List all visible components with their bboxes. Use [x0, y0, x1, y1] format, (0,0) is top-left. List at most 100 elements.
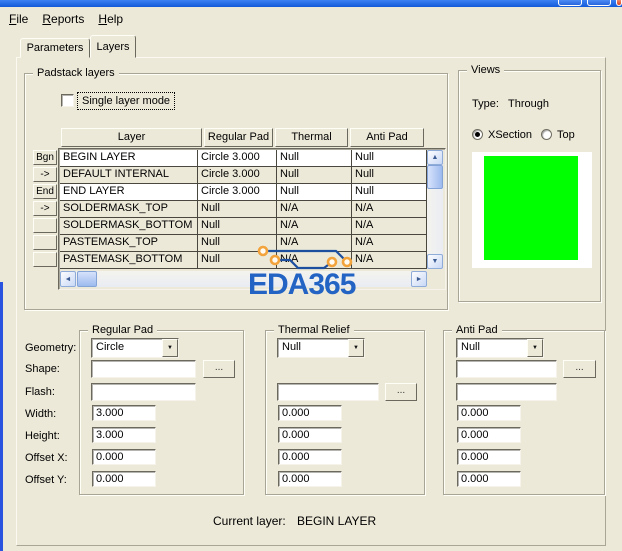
thermal-relief-geometry-value: Null [278, 339, 348, 357]
anti-pad-offset-x-input[interactable] [457, 449, 521, 465]
layer-table-row[interactable]: SOLDERMASK_BOTTOMNullN/AN/A [60, 218, 427, 235]
menu-help[interactable]: Help [98, 12, 123, 26]
height-label: Height: [25, 429, 60, 443]
column-header-layer[interactable]: Layer [61, 128, 202, 147]
layer-table-cell: Circle 3.000 [198, 184, 277, 201]
layer-table-cell: END LAYER [60, 184, 198, 201]
layer-table-cell: PASTEMASK_BOTTOM [60, 252, 198, 269]
current-layer-label: Current layer: [213, 514, 286, 528]
anti-pad-flash-input[interactable] [456, 383, 557, 401]
layer-table-cell: Circle 3.000 [198, 150, 277, 167]
pad-preview-canvas [472, 152, 592, 268]
layer-table-cell: N/A [352, 252, 427, 269]
layer-table-row[interactable]: DEFAULT INTERNALCircle 3.000NullNull [60, 167, 427, 184]
regular-pad-offset-y-input[interactable] [92, 471, 156, 487]
thermal-relief-width-input[interactable] [278, 405, 342, 421]
scroll-up-icon[interactable]: ▲ [427, 150, 443, 165]
row-select-button[interactable]: Bgn [33, 150, 57, 165]
anti-pad-height-input[interactable] [457, 427, 521, 443]
thermal-relief-geometry-dropdown[interactable]: Null ▼ [277, 338, 365, 358]
menu-bar: File Reports Help [0, 7, 622, 31]
regular-pad-geometry-dropdown[interactable]: Circle ▼ [91, 338, 179, 358]
close-button[interactable] [616, 0, 622, 6]
xsection-radio-label[interactable]: XSection [488, 128, 532, 142]
xsection-radio[interactable] [472, 129, 483, 140]
anti-pad-group-label: Anti Pad [452, 323, 502, 337]
vertical-scrollbar-thumb[interactable] [427, 165, 443, 189]
thermal-relief-offset-x-input[interactable] [278, 449, 342, 465]
layer-table-cell: Null [198, 201, 277, 218]
column-header-regular-pad[interactable]: Regular Pad [204, 128, 273, 147]
regular-pad-shape-input[interactable] [91, 360, 196, 378]
layer-table-row[interactable]: PASTEMASK_TOPNullN/AN/A [60, 235, 427, 252]
scroll-down-icon[interactable]: ▼ [427, 254, 443, 269]
window-titlebar[interactable] [0, 0, 622, 7]
pad-preview-shape [484, 156, 578, 260]
layer-table-row[interactable]: END LAYERCircle 3.000NullNull [60, 184, 427, 201]
padstack-layers-group-label: Padstack layers [33, 66, 119, 80]
thermal-relief-offset-y-input[interactable] [278, 471, 342, 487]
regular-pad-shape-browse-button[interactable]: ... [203, 360, 235, 378]
vertical-scrollbar[interactable]: ▲ ▼ [427, 150, 443, 269]
flash-label: Flash: [25, 385, 55, 399]
anti-pad-width-input[interactable] [457, 405, 521, 421]
layer-table: BEGIN LAYERCircle 3.000NullNullDEFAULT I… [60, 150, 427, 269]
horizontal-scrollbar[interactable]: ◄ ► [60, 271, 427, 287]
single-layer-mode-checkbox[interactable] [61, 94, 74, 107]
row-select-button[interactable]: -> [33, 167, 57, 182]
anti-pad-geometry-value: Null [457, 339, 527, 357]
via-icon [343, 258, 351, 266]
chevron-down-icon[interactable]: ▼ [348, 339, 364, 357]
row-select-button[interactable] [33, 235, 57, 250]
maximize-button[interactable] [587, 0, 611, 6]
regular-pad-height-input[interactable] [92, 427, 156, 443]
layer-table-cell: Circle 3.000 [198, 167, 277, 184]
current-layer-value: BEGIN LAYER [297, 514, 376, 528]
layer-table-cell: Null [352, 150, 427, 167]
anti-pad-geometry-dropdown[interactable]: Null ▼ [456, 338, 544, 358]
shape-label: Shape: [25, 362, 60, 376]
layer-table-cell: N/A [352, 235, 427, 252]
views-group-label: Views [467, 63, 504, 77]
width-label: Width: [25, 407, 56, 421]
padstack-designer-dialog: File Reports Help Parameters Layers Pads… [0, 0, 622, 551]
regular-pad-group-label: Regular Pad [88, 323, 157, 337]
scroll-right-icon[interactable]: ► [411, 271, 427, 287]
chevron-down-icon[interactable]: ▼ [162, 339, 178, 357]
row-select-button[interactable] [33, 218, 57, 233]
via-icon [328, 258, 336, 266]
menu-file[interactable]: File [9, 12, 28, 26]
layer-table-row[interactable]: BEGIN LAYERCircle 3.000NullNull [60, 150, 427, 167]
anti-pad-shape-input[interactable] [456, 360, 557, 378]
anti-pad-offset-y-input[interactable] [457, 471, 521, 487]
regular-pad-width-input[interactable] [92, 405, 156, 421]
scroll-left-icon[interactable]: ◄ [60, 271, 76, 287]
thermal-relief-height-input[interactable] [278, 427, 342, 443]
tab-parameters[interactable]: Parameters [20, 38, 90, 58]
regular-pad-offset-x-input[interactable] [92, 449, 156, 465]
column-header-thermal-relief[interactable]: Thermal Relief [275, 128, 348, 147]
row-select-button[interactable] [33, 252, 57, 267]
layer-table-row[interactable]: PASTEMASK_BOTTOMNullN/AN/A [60, 252, 427, 269]
tab-layers[interactable]: Layers [90, 35, 136, 58]
layer-table-row[interactable]: SOLDERMASK_TOPNullN/AN/A [60, 201, 427, 218]
type-value: Through [508, 97, 549, 111]
row-select-button[interactable]: End [33, 184, 57, 199]
thermal-relief-flash-browse-button[interactable]: ... [385, 383, 417, 401]
row-select-button[interactable]: -> [33, 201, 57, 216]
horizontal-scrollbar-thumb[interactable] [77, 271, 97, 287]
layer-table-cell: Null [352, 167, 427, 184]
anti-pad-shape-browse-button[interactable]: ... [563, 360, 596, 378]
menu-reports[interactable]: Reports [42, 12, 84, 26]
regular-pad-flash-input[interactable] [91, 383, 196, 401]
thermal-relief-flash-input[interactable] [277, 383, 379, 401]
single-layer-mode-label[interactable]: Single layer mode [78, 93, 174, 109]
offset-x-label: Offset X: [25, 451, 68, 465]
column-header-anti-pad[interactable]: Anti Pad [350, 128, 424, 147]
top-radio[interactable] [541, 129, 552, 140]
layer-table-cell: Null [352, 184, 427, 201]
chevron-down-icon[interactable]: ▼ [527, 339, 543, 357]
via-icon [271, 256, 279, 264]
top-radio-label[interactable]: Top [557, 128, 575, 142]
minimize-button[interactable] [558, 0, 582, 6]
